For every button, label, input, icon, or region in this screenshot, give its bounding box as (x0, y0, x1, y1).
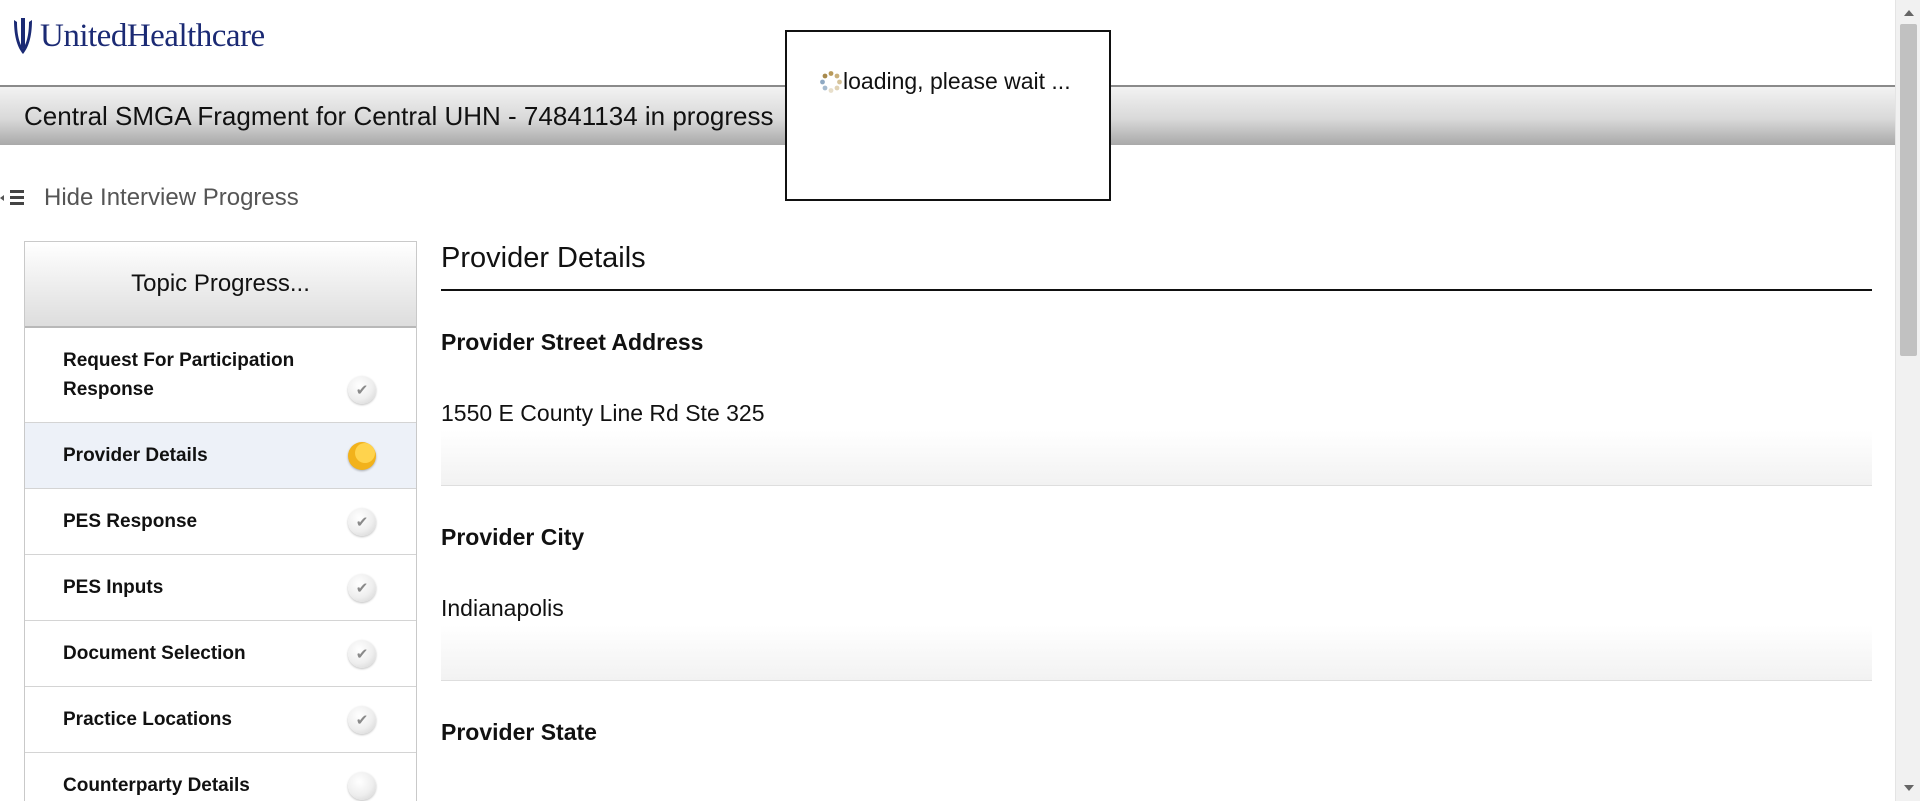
brand-name: UnitedHealthcare (40, 17, 265, 54)
topic-progress-title: Topic Progress... (131, 270, 310, 297)
topic-label: PES Response (63, 511, 198, 532)
topic-practice-locations[interactable]: Practice Locations ✔ (25, 687, 416, 753)
topic-label: Counterparty Details (63, 775, 250, 796)
field-label: Provider City (441, 524, 585, 550)
field-divider (441, 625, 1872, 681)
loading-text: loading, please wait ... (843, 68, 1071, 94)
field-value: Indianapolis (441, 595, 564, 621)
hide-interview-progress-toggle[interactable]: Hide Interview Progress (0, 184, 299, 212)
topic-label: Provider Details (63, 445, 208, 466)
unitedhealthcare-logo: UnitedHealthcare (12, 14, 265, 58)
topic-pes-inputs[interactable]: PES Inputs ✔ (25, 555, 416, 621)
provider-street-address-field: Provider Street Address 1550 E County Li… (441, 329, 1872, 486)
complete-check-icon: ✔ (348, 507, 376, 536)
topic-progress-header: Topic Progress... (25, 242, 416, 328)
complete-check-icon: ✔ (348, 573, 376, 602)
topic-label: Document Selection (63, 643, 246, 664)
field-label: Provider State (441, 719, 597, 745)
topic-label: Request For Participation Response (63, 350, 295, 400)
topic-pes-response[interactable]: PES Response ✔ (25, 489, 416, 555)
complete-check-icon: ✔ (348, 376, 376, 404)
topic-request-for-participation-response[interactable]: Request For Participation Response ✔ (25, 328, 416, 423)
topic-label: PES Inputs (63, 577, 164, 598)
brand-shield-icon (14, 18, 32, 54)
spinner-icon (820, 70, 842, 93)
topic-document-selection[interactable]: Document Selection ✔ (25, 621, 416, 687)
section-title: Provider Details (441, 242, 1872, 291)
scroll-down-icon[interactable] (1904, 785, 1914, 791)
provider-city-field: Provider City Indianapolis (441, 524, 1872, 681)
topic-progress-panel: Topic Progress... Request For Participat… (24, 241, 417, 801)
field-value: 1550 E County Line Rd Ste 325 (441, 400, 765, 426)
main-content: Provider Details Provider Street Address… (441, 241, 1872, 746)
collapse-list-icon (0, 188, 28, 208)
provider-state-field: Provider State (441, 719, 1872, 746)
page-title: Central SMGA Fragment for Central UHN - … (24, 100, 774, 131)
scroll-thumb[interactable] (1900, 24, 1917, 356)
complete-check-icon: ✔ (348, 639, 376, 668)
scroll-up-icon[interactable] (1904, 10, 1914, 16)
topic-counterparty-details[interactable]: Counterparty Details (25, 753, 416, 801)
loading-dialog: loading, please wait ... (785, 30, 1111, 201)
page-scrollbar[interactable] (1895, 0, 1920, 801)
topic-provider-details[interactable]: Provider Details (25, 423, 416, 489)
toggle-label: Hide Interview Progress (44, 184, 299, 211)
loading-row: loading, please wait ... (819, 68, 1071, 95)
field-label: Provider Street Address (441, 329, 704, 355)
not-started-icon (348, 771, 376, 800)
topic-label: Practice Locations (63, 709, 232, 730)
field-divider (441, 430, 1872, 486)
in-progress-icon (348, 441, 376, 470)
complete-check-icon: ✔ (348, 705, 376, 734)
